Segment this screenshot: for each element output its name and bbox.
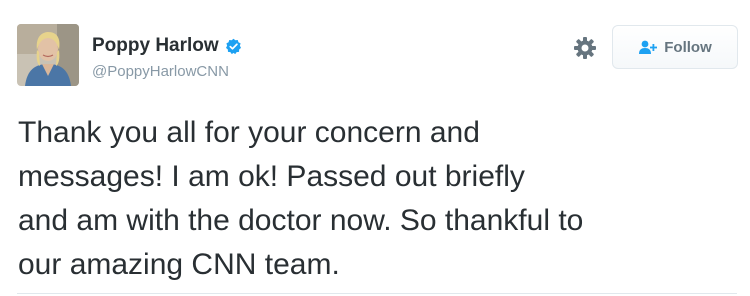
tweet-card: Poppy Harlow @PoppyHarlowCNN Follow Than… (0, 0, 750, 296)
tweet-text-line: messages! I am ok! Passed out briefly (18, 160, 525, 193)
avatar-photo (17, 24, 79, 86)
follow-label: Follow (664, 38, 712, 56)
divider (17, 293, 737, 294)
tweet-text-line: Thank you all for your concern and (18, 116, 480, 149)
display-name[interactable]: Poppy Harlow (92, 34, 219, 58)
gear-icon[interactable] (572, 35, 598, 61)
tweet-text: Thank you all for your concern and messa… (18, 111, 738, 287)
add-user-icon (638, 39, 658, 55)
verified-badge-icon (225, 38, 242, 55)
tweet-text-line: and am with the doctor now. So thankful … (18, 204, 584, 237)
avatar[interactable] (17, 24, 79, 86)
follow-button[interactable]: Follow (612, 25, 738, 69)
user-handle[interactable]: @PoppyHarlowCNN (92, 62, 229, 82)
tweet-text-line: our amazing CNN team. (18, 248, 340, 281)
user-name[interactable]: Poppy Harlow (92, 34, 242, 58)
